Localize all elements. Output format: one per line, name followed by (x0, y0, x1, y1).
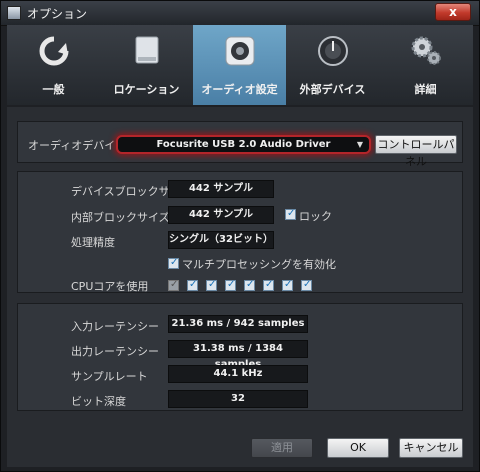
cpu-core-checkbox[interactable]: ✓ (225, 279, 236, 291)
cpu-core-checkbox[interactable]: ✓ (206, 279, 217, 291)
tab-label: 外部デバイス (299, 83, 366, 96)
lock-checkbox[interactable]: ✓ (285, 208, 296, 220)
input-latency-label: 入力レーテンシー (71, 320, 159, 333)
precision-label: 処理精度 (71, 236, 115, 249)
bit-depth-label: ビット深度 (71, 395, 126, 408)
tab-label: ロケーション (113, 83, 180, 96)
cpu-core-checkbox[interactable]: ✓ (187, 279, 198, 291)
gears-icon (411, 36, 441, 65)
audio-device-panel: オーディオデバイス Focusrite USB 2.0 Audio Driver… (17, 121, 463, 168)
tab-advanced[interactable]: 詳細 (379, 25, 472, 105)
cpu-cores-label: CPUコアを使用 (71, 280, 149, 293)
audio-settings-page: オーディオデバイス Focusrite USB 2.0 Audio Driver… (7, 107, 473, 467)
tab-external-devices[interactable]: 外部デバイス (286, 25, 379, 105)
settings-panel: デバイスブロックサイズ 442 サンプル 内部ブロックサイズ 442 サンプル … (17, 171, 463, 293)
device-block-size-field[interactable]: 442 サンプル (168, 180, 274, 198)
multiprocessing-checkbox[interactable]: ✓ (168, 257, 179, 269)
latency-info-panel: 入力レーテンシー 21.36 ms / 942 samples 出力レーテンシー… (17, 303, 463, 411)
audio-device-select[interactable]: Focusrite USB 2.0 Audio Driver ▼ (116, 135, 371, 154)
internal-block-size-field[interactable]: 442 サンプル (168, 206, 274, 224)
audio-device-label: オーディオデバイス (28, 139, 126, 152)
precision-select[interactable]: シングル（32ビット） (168, 231, 274, 249)
refresh-icon (39, 36, 68, 66)
cpu-core-checkbox: ✓ (168, 279, 179, 291)
sample-rate-value: 44.1 kHz (168, 365, 308, 383)
apply-button[interactable]: 適用 (251, 438, 313, 458)
tab-label: オーディオ設定 (201, 83, 278, 96)
cpu-core-checkbox[interactable]: ✓ (244, 279, 255, 291)
app-icon (7, 6, 21, 20)
sample-rate-label: サンプルレート (71, 370, 148, 383)
speaker-icon (225, 36, 254, 66)
tab-bar: 一般 ロケーション オーディオ設定 外部デバイス 詳細 (7, 25, 473, 105)
input-latency-value: 21.36 ms / 942 samples (168, 315, 308, 333)
cpu-core-checkbox[interactable]: ✓ (301, 279, 312, 291)
cancel-button[interactable]: キャンセル (399, 438, 463, 458)
drive-icon (135, 36, 158, 64)
tab-general[interactable]: 一般 (7, 25, 100, 105)
knob-icon (317, 36, 348, 66)
internal-block-size-label: 内部ブロックサイズ (71, 211, 170, 224)
close-button[interactable]: x (435, 3, 471, 21)
control-panel-button[interactable]: コントロールパネル (375, 135, 457, 168)
multiprocessing-label: マルチプロセッシングを有効化 (182, 258, 336, 271)
options-window: オプション x 一般 ロケーション オーディオ設定 外部デバイス 詳細 オーディ… (0, 0, 480, 472)
tab-locations[interactable]: ロケーション (100, 25, 193, 105)
audio-device-value: Focusrite USB 2.0 Audio Driver (156, 139, 331, 150)
output-latency-value: 31.38 ms / 1384 samples (168, 340, 308, 370)
bit-depth-value: 32 (168, 390, 308, 408)
ok-button[interactable]: OK (327, 438, 389, 458)
chevron-down-icon: ▼ (356, 140, 363, 149)
window-title: オプション (27, 7, 88, 21)
output-latency-label: 出力レーテンシー (71, 345, 159, 358)
title-bar[interactable]: オプション x (1, 1, 479, 26)
lock-label: ロック (299, 210, 332, 223)
cpu-core-checkbox[interactable]: ✓ (282, 279, 293, 291)
cpu-core-checkbox[interactable]: ✓ (263, 279, 274, 291)
tab-label: 一般 (42, 83, 65, 96)
tab-label: 詳細 (414, 83, 437, 96)
tab-audio-settings[interactable]: オーディオ設定 (193, 25, 286, 105)
